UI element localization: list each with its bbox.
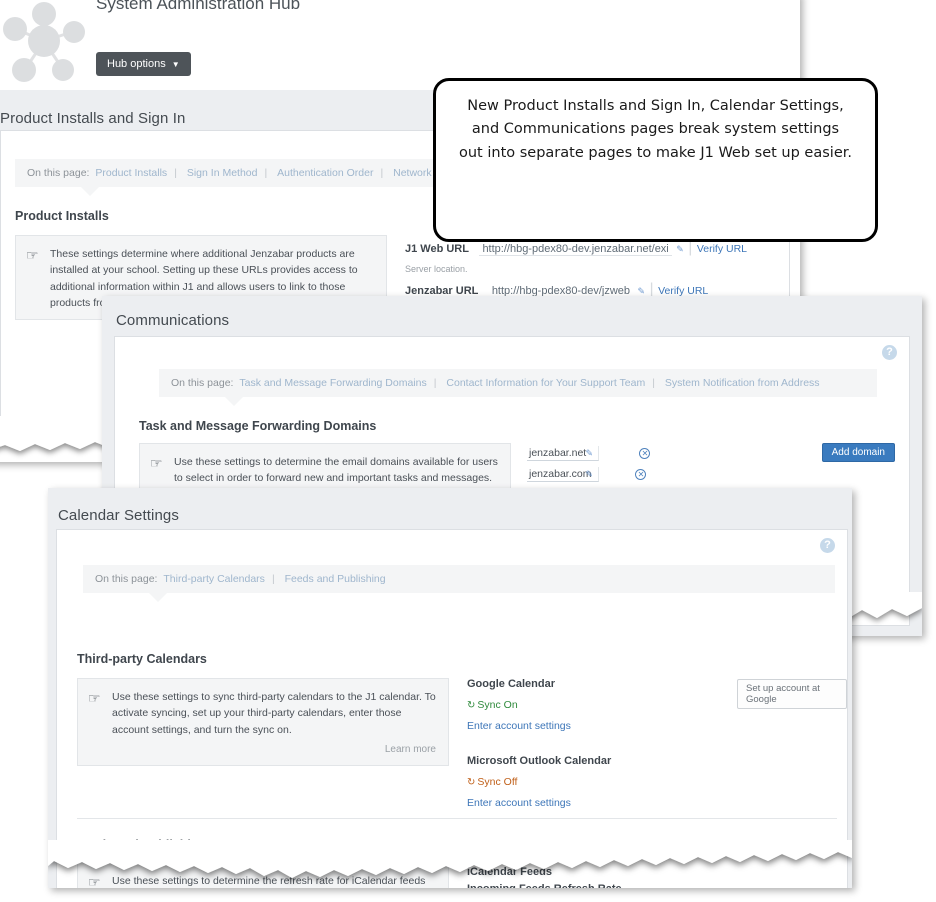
screenshot-stage: System Administration Hub Hub options ▼ … xyxy=(0,0,936,902)
sync-status: Sync On xyxy=(477,699,518,711)
pointing-hand-icon: ☞ xyxy=(26,247,39,263)
communications-section-title: Task and Message Forwarding Domains xyxy=(139,419,377,433)
nav-link-sign-in-method[interactable]: Sign In Method xyxy=(187,167,258,179)
chevron-down-icon: ▼ xyxy=(171,60,180,69)
feeds-info-line1: Use these settings to determine the refr… xyxy=(112,875,426,887)
enter-account-settings-link[interactable]: Enter account settings xyxy=(467,797,571,809)
nav-pointer-arrow xyxy=(149,593,167,602)
icalendar-feeds-title: iCalendar Feeds xyxy=(467,866,552,878)
third-party-infobox: ☞ Use these settings to sync third-party… xyxy=(77,678,449,767)
nav-link-contact-information[interactable]: Contact Information for Your Support Tea… xyxy=(446,377,645,389)
domain-list: jenzabar.net ✎ ✕ jenzabar.com ✎ ✕ xyxy=(527,443,651,485)
j1-web-url-value[interactable]: http://hbg-pdex80-dev.jenzabar.net/exi xyxy=(479,243,672,256)
annotation-callout: New Product Installs and Sign In, Calend… xyxy=(433,78,878,242)
delete-circle-icon[interactable]: ✕ xyxy=(635,469,647,480)
domain-row: jenzabar.net ✎ ✕ xyxy=(527,443,651,464)
icalendar-feeds-block: iCalendar Feeds Incoming Feeds Refresh R… xyxy=(467,866,622,888)
nav-link-task-forwarding-domains[interactable]: Task and Message Forwarding Domains xyxy=(239,377,426,389)
network-nodes-icon xyxy=(0,0,90,86)
pencil-icon[interactable]: ✎ xyxy=(676,244,684,254)
pointing-hand-icon: ☞ xyxy=(88,874,101,888)
help-circle-icon[interactable]: ? xyxy=(882,345,897,360)
hub-options-button[interactable]: Hub options ▼ xyxy=(96,52,191,76)
on-this-page-label: On this page: xyxy=(95,573,158,585)
annotation-callout-text: New Product Installs and Sign In, Calend… xyxy=(459,98,852,161)
delete-circle-icon[interactable]: ✕ xyxy=(639,448,651,459)
section-divider xyxy=(77,818,837,819)
nav-link-third-party-calendars[interactable]: Third-party Calendars xyxy=(163,573,265,585)
on-this-page-nav: On this page: Task and Message Forwardin… xyxy=(159,369,877,406)
sync-refresh-icon: ↻ xyxy=(467,700,476,711)
hub-header: System Administration Hub Hub options ▼ xyxy=(0,0,800,90)
nav-link-feeds-and-publishing[interactable]: Feeds and Publishing xyxy=(285,573,386,585)
nav-link-product-installs[interactable]: Product Installs xyxy=(95,167,167,179)
nav-pointer-arrow xyxy=(225,397,243,406)
pointing-hand-icon: ☞ xyxy=(150,455,163,471)
pencil-icon[interactable]: ✎ xyxy=(585,448,593,458)
calendar-settings-window: Calendar Settings ? On this page: Third-… xyxy=(48,488,852,888)
j1-web-url-sublabel: Server location. xyxy=(405,264,468,274)
nav-link-authentication-order[interactable]: Authentication Order xyxy=(277,167,373,179)
sync-status: Sync Off xyxy=(477,776,518,788)
on-this-page-nav: On this page: Third-party Calendars | Fee… xyxy=(83,565,835,602)
pencil-icon[interactable]: ✎ xyxy=(585,469,593,479)
learn-more-link[interactable]: Learn more xyxy=(112,738,436,758)
feeds-infobox: ☞ Use these settings to determine the re… xyxy=(77,862,449,888)
verify-url-link[interactable]: Verify URL xyxy=(697,243,747,255)
j1-web-url-label: J1 Web URL xyxy=(405,243,469,255)
nav-pointer-arrow xyxy=(81,187,99,196)
on-this-page-label: On this page: xyxy=(27,167,90,179)
incoming-feeds-refresh-rate-label: Incoming Feeds Refresh Rate xyxy=(467,883,622,888)
product-installs-title: Product Installs and Sign In xyxy=(0,110,186,127)
domain-row: jenzabar.com ✎ ✕ xyxy=(527,464,650,485)
pointing-hand-icon: ☞ xyxy=(88,690,101,706)
feeds-section-title: Feeds and Publishing xyxy=(77,838,207,852)
j1-web-url-row: J1 Web URL http://hbg-pdex80-dev.jenzaba… xyxy=(405,239,747,274)
page-title: System Administration Hub xyxy=(96,0,301,13)
provider-name: Google Calendar xyxy=(467,678,556,690)
add-domain-button[interactable]: Add domain xyxy=(821,443,895,462)
sync-refresh-icon: ↻ xyxy=(467,777,476,788)
help-circle-icon[interactable]: ? xyxy=(820,538,835,553)
calendar-settings-title: Calendar Settings xyxy=(58,507,179,524)
on-this-page-label: On this page: xyxy=(171,377,234,389)
provider-outlook-calendar: Microsoft Outlook Calendar ↻ Sync Off Ent… xyxy=(467,755,611,811)
third-party-section-title: Third-party Calendars xyxy=(77,652,207,666)
third-party-info-text: Use these settings to sync third-party c… xyxy=(112,691,436,736)
product-installs-section-title: Product Installs xyxy=(15,209,109,223)
setup-account-at-google-button[interactable]: Set up account at Google xyxy=(737,679,847,709)
hub-options-label: Hub options xyxy=(107,58,166,70)
communications-title: Communications xyxy=(116,312,230,329)
provider-google-calendar: Google Calendar ↻ Sync On Enter account s… xyxy=(467,678,571,734)
provider-name: Microsoft Outlook Calendar xyxy=(467,755,612,767)
enter-account-settings-link[interactable]: Enter account settings xyxy=(467,720,571,732)
calendar-settings-body: ? On this page: Third-party Calendars | F… xyxy=(56,529,848,888)
nav-link-system-notification[interactable]: System Notification from Address xyxy=(665,377,820,389)
pencil-icon[interactable]: ✎ xyxy=(637,286,645,296)
